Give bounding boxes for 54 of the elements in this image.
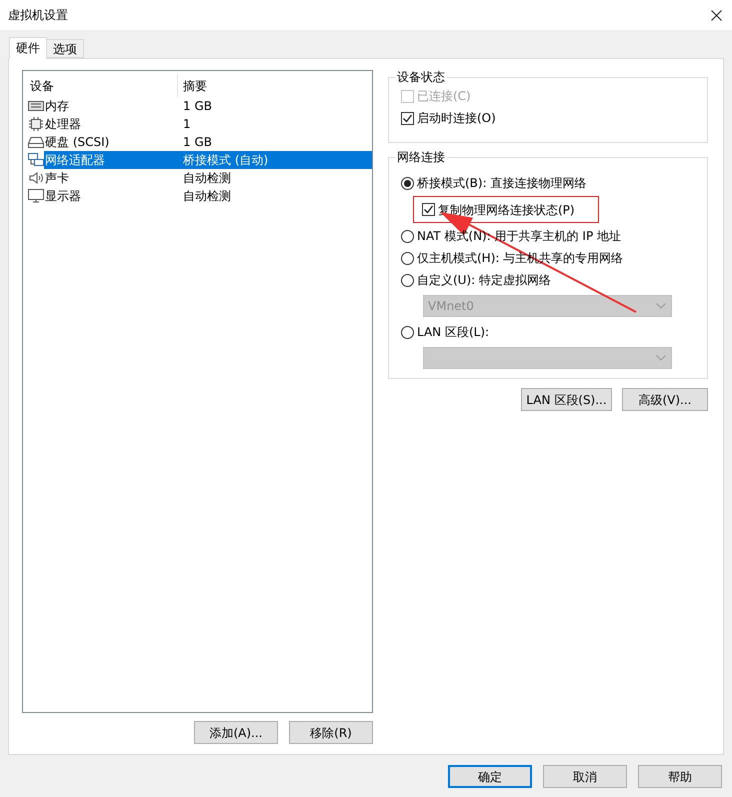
add-button[interactable]: 添加(A)...: [194, 721, 278, 744]
device-summary: 自动检测: [183, 188, 231, 205]
help-button[interactable]: 帮助: [638, 765, 722, 788]
device-name: 内存: [44, 98, 70, 115]
lan-segments-button[interactable]: LAN 区段(S)...: [521, 388, 612, 411]
radio-button[interactable]: [401, 176, 414, 190]
memory-icon: [28, 100, 44, 112]
radio-label: 桥接模式(B): 直接连接物理网络: [417, 175, 586, 192]
cancel-button[interactable]: 取消: [543, 765, 627, 788]
device-row[interactable]: 硬盘 (SCSI) 1 GB: [23, 133, 372, 151]
radio-button[interactable]: [401, 326, 414, 338]
radio-button[interactable]: [401, 230, 414, 242]
device-summary: 桥接模式 (自动): [183, 152, 268, 169]
checkbox[interactable]: [401, 112, 414, 124]
network-icon: [28, 153, 44, 167]
tab[interactable]: 选项: [47, 39, 84, 58]
window-title: 虚拟机设置: [8, 7, 68, 24]
radio-label: LAN 区段(L):: [417, 324, 490, 341]
radio-button[interactable]: [401, 252, 414, 264]
chip-icon: [28, 117, 44, 131]
device-row[interactable]: 显示器 自动检测: [23, 187, 372, 205]
device-row[interactable]: 声卡 自动检测: [23, 169, 372, 187]
advanced-button[interactable]: 高级(V)...: [622, 388, 708, 411]
column-header[interactable]: 设备: [23, 74, 178, 97]
ok-button[interactable]: 确定: [448, 765, 532, 788]
group-title: 网络连接: [395, 149, 447, 165]
chevron-down-icon: [656, 355, 666, 361]
device-name: 硬盘 (SCSI): [44, 134, 110, 151]
checkbox-label: 启动时连接(O): [417, 110, 496, 127]
device-name: 处理器: [44, 116, 82, 133]
monitor-icon: [28, 189, 44, 203]
column-header[interactable]: 摘要: [178, 76, 207, 94]
close-icon[interactable]: [711, 10, 722, 20]
device-summary: 自动检测: [183, 170, 231, 187]
tab[interactable]: 硬件: [9, 37, 47, 59]
radio-label: 自定义(U): 特定虚拟网络: [417, 272, 552, 289]
checkbox-label: 已连接(C): [417, 88, 471, 105]
device-summary: 1: [183, 116, 191, 133]
speaker-icon: [29, 172, 43, 184]
device-name: 声卡: [44, 170, 70, 187]
device-row[interactable]: 处理器 1: [23, 115, 372, 133]
device-row[interactable]: 内存 1 GB: [23, 97, 372, 115]
device-name: 显示器: [44, 188, 82, 205]
device-name: 网络适配器: [44, 152, 106, 169]
remove-button[interactable]: 移除(R): [289, 721, 373, 744]
chevron-down-icon: [656, 303, 666, 309]
drive-icon: [28, 136, 44, 148]
checkbox[interactable]: [422, 203, 435, 216]
group-title: 设备状态: [395, 69, 447, 85]
device-summary: 1 GB: [183, 134, 212, 151]
radio-button[interactable]: [401, 274, 414, 286]
dropdown-value: VMnet0: [428, 298, 474, 315]
device-summary: 1 GB: [183, 98, 212, 115]
radio-label: NAT 模式(N): 用于共享主机的 IP 地址: [417, 228, 621, 245]
